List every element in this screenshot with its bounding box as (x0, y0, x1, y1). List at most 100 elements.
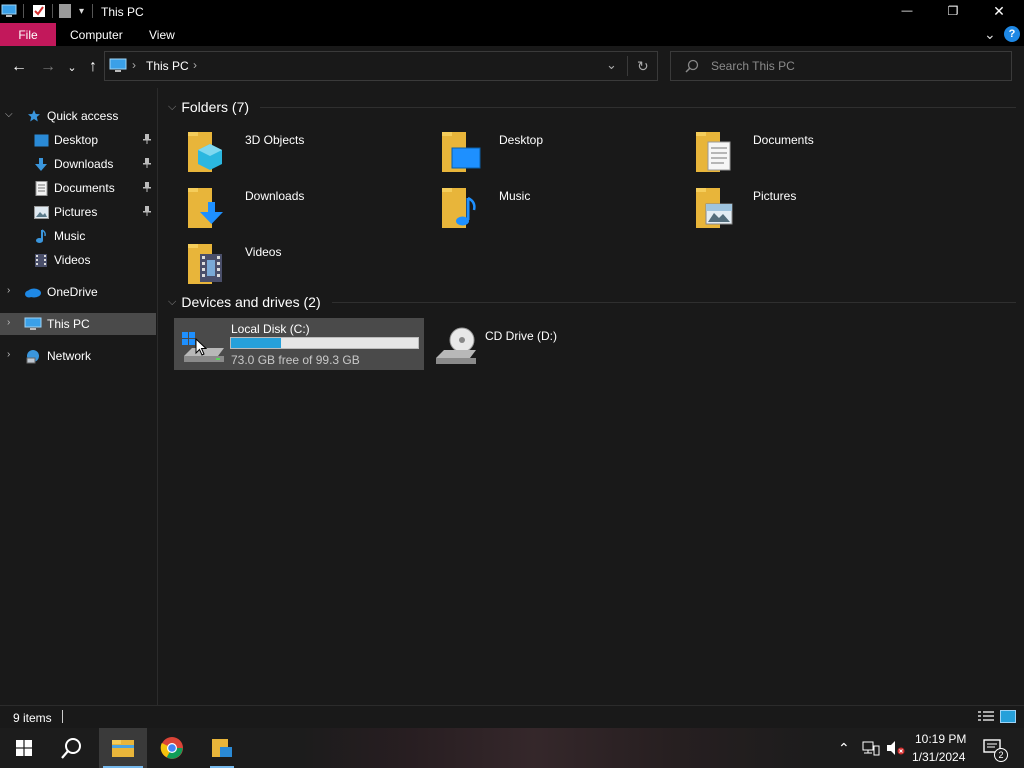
onedrive-icon (24, 284, 42, 300)
sidebar-item-quick-access[interactable]: ⌵ Quick access (0, 105, 156, 127)
sidebar-item-downloads[interactable]: Downloads (0, 153, 156, 175)
folder-tile-music[interactable]: Music (428, 184, 668, 234)
documents-icon (694, 128, 740, 176)
expand-ribbon-icon[interactable]: ⌄ (984, 26, 998, 42)
tab-file[interactable]: File (0, 23, 56, 46)
volume-muted-icon[interactable] (886, 740, 906, 759)
sidebar-item-documents[interactable]: Documents (0, 177, 156, 199)
folder-tile-desktop[interactable]: Desktop (428, 128, 668, 178)
drive-free-space: 73.0 GB free of 99.3 GB (231, 353, 360, 367)
search-icon (685, 59, 699, 76)
downloads-icon (186, 184, 232, 232)
folder-icon (212, 739, 232, 757)
folder-label: Desktop (499, 133, 544, 147)
back-arrow-icon: ← (11, 58, 27, 75)
cd-drive-icon (434, 326, 478, 371)
recent-locations-button[interactable]: ⌄ (62, 58, 82, 76)
taskbar-chrome[interactable] (148, 728, 196, 768)
back-button[interactable]: ← (9, 58, 29, 76)
properties-icon[interactable] (32, 4, 46, 18)
details-view-icon[interactable] (978, 710, 994, 726)
desktop-icon (440, 128, 486, 176)
search-icon (61, 738, 81, 759)
chevron-down-icon[interactable]: ⌵ (5, 109, 13, 120)
folders-group-header[interactable]: ⌵ Folders (7) (168, 97, 249, 117)
sidebar-item-label: Documents (54, 181, 115, 195)
close-button[interactable]: ✕ (976, 0, 1022, 22)
search-placeholder: Search This PC (711, 59, 795, 73)
drive-tile-cd-drive-d[interactable]: CD Drive (D:) (428, 318, 678, 370)
chrome-icon (160, 737, 183, 759)
pictures-icon (33, 204, 49, 220)
minimize-button[interactable]: — (884, 0, 930, 22)
forward-arrow-icon: → (40, 58, 56, 75)
restore-button[interactable]: ❐ (930, 0, 976, 22)
chevron-down-icon[interactable]: ⌵ (168, 296, 176, 309)
address-dropdown-icon[interactable]: ⌄ (606, 57, 617, 73)
clock-date[interactable]: 1/31/2024 (912, 750, 965, 764)
chevron-right-icon[interactable]: › (7, 285, 10, 296)
minimize-icon: — (901, 5, 913, 17)
window-title: This PC (101, 5, 144, 19)
chevron-right-icon[interactable]: › (7, 317, 10, 328)
chevron-down-icon[interactable]: ⌵ (168, 101, 176, 114)
show-hidden-icons-icon[interactable]: ⌃ (838, 740, 850, 757)
sidebar-item-label: OneDrive (47, 285, 98, 299)
folder-label: 3D Objects (245, 133, 305, 147)
sidebar-item-pictures[interactable]: Pictures (0, 201, 156, 223)
sidebar-item-onedrive[interactable]: › OneDrive (0, 281, 156, 303)
downloads-icon (33, 156, 49, 172)
new-folder-icon[interactable] (59, 4, 71, 18)
folder-tile-3d-objects[interactable]: 3D Objects (174, 128, 414, 178)
this-pc-app-icon[interactable] (1, 4, 17, 18)
up-arrow-icon: ↑ (89, 58, 97, 75)
title-bar: ▾ This PC — ❐ ✕ (0, 0, 1024, 23)
up-button[interactable]: ↑ (83, 58, 103, 76)
taskbar: ⌃ 10:19 PM 1/31/2024 2 (0, 728, 1024, 768)
refresh-icon[interactable]: ↻ (637, 58, 649, 75)
folder-tile-videos[interactable]: Videos (174, 240, 414, 290)
taskbar-file-explorer[interactable] (99, 728, 147, 768)
sidebar-item-label: This PC (47, 317, 90, 331)
breadcrumb-this-pc[interactable]: This PC (146, 59, 189, 73)
clock-time[interactable]: 10:19 PM (915, 732, 966, 746)
folders-header-label: Folders (7) (181, 99, 250, 115)
chevron-right-icon[interactable]: › (7, 349, 10, 360)
network-status-icon[interactable] (862, 740, 880, 759)
star-icon (26, 108, 42, 124)
breadcrumb-chevron[interactable]: › (193, 58, 197, 72)
sidebar-item-videos[interactable]: Videos (0, 249, 156, 271)
pin-icon[interactable] (142, 133, 152, 148)
pin-icon[interactable] (142, 205, 152, 220)
tab-computer-label: Computer (70, 27, 123, 42)
sidebar-item-desktop[interactable]: Desktop (0, 129, 156, 151)
devices-group-header[interactable]: ⌵ Devices and drives (2) (168, 292, 321, 312)
taskbar-explorer-window[interactable] (198, 728, 246, 768)
sidebar-item-this-pc[interactable]: › This PC (0, 313, 156, 335)
folder-tile-pictures[interactable]: Pictures (682, 184, 922, 234)
large-icons-view-icon[interactable] (1000, 709, 1016, 727)
sidebar-item-label: Videos (54, 253, 91, 267)
folder-tile-downloads[interactable]: Downloads (174, 184, 414, 234)
folder-tile-documents[interactable]: Documents (682, 128, 922, 178)
close-icon: ✕ (993, 2, 1005, 19)
sidebar-item-network[interactable]: › Network (0, 345, 156, 367)
pin-icon[interactable] (142, 157, 152, 172)
customize-toolbar-icon[interactable]: ▾ (79, 6, 84, 17)
pin-icon[interactable] (142, 181, 152, 196)
address-bar[interactable]: › This PC › ⌄ ↻ (104, 51, 658, 81)
start-button[interactable] (0, 728, 48, 768)
tab-computer[interactable]: Computer (58, 23, 135, 46)
videos-icon (33, 252, 49, 268)
mouse-cursor-icon (195, 337, 208, 359)
forward-button[interactable]: → (38, 58, 58, 76)
drive-tile-local-disk-c[interactable]: Local Disk (C:) 73.0 GB free of 99.3 GB (174, 318, 424, 370)
help-icon[interactable]: ? (1004, 26, 1020, 42)
folder-label: Pictures (753, 189, 797, 203)
search-button[interactable] (48, 728, 96, 768)
sidebar-item-music[interactable]: Music (0, 225, 156, 247)
restore-icon: ❐ (947, 4, 959, 18)
tab-view[interactable]: View (137, 23, 187, 46)
search-box[interactable]: Search This PC (670, 51, 1012, 81)
this-pc-icon (24, 316, 42, 332)
